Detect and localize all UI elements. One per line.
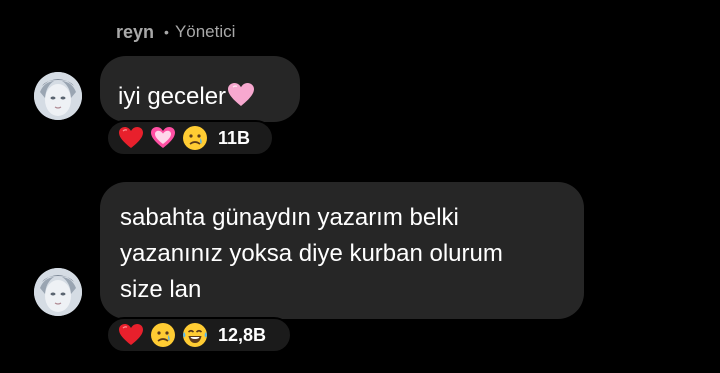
- avatar[interactable]: [34, 72, 82, 120]
- reaction-count: 12,8B: [218, 324, 267, 345]
- sender-separator: •: [164, 24, 169, 40]
- sparkling-heart-icon: [150, 125, 176, 151]
- crying-face-icon: [182, 125, 208, 151]
- message-bubble[interactable]: iyi geceler: [100, 56, 300, 122]
- red-heart-icon: [118, 125, 144, 151]
- sender-name[interactable]: reyn: [116, 22, 154, 43]
- pink-heart-icon: [227, 82, 255, 108]
- message-text-line: size lan: [120, 276, 202, 303]
- message-sender-header: reyn • Yönetici: [116, 20, 235, 44]
- sender-role-label: Yönetici: [174, 22, 236, 41]
- red-heart-icon: [118, 322, 144, 348]
- message-text-line: yazanınız yoksa diye kurban olurum: [120, 240, 503, 267]
- reaction-bar[interactable]: 11B: [106, 120, 274, 156]
- crying-face-icon: [150, 322, 176, 348]
- message-bubble[interactable]: sabahta günaydın yazarım belki yazanınız…: [100, 182, 584, 319]
- reaction-bar[interactable]: 12,8B: [106, 317, 292, 353]
- avatar[interactable]: [34, 268, 82, 316]
- message-text-line: sabahta günaydın yazarım belki: [120, 204, 459, 231]
- tears-of-joy-icon: [182, 322, 208, 348]
- reaction-count: 11B: [218, 127, 251, 148]
- message-text: iyi geceler: [118, 79, 255, 115]
